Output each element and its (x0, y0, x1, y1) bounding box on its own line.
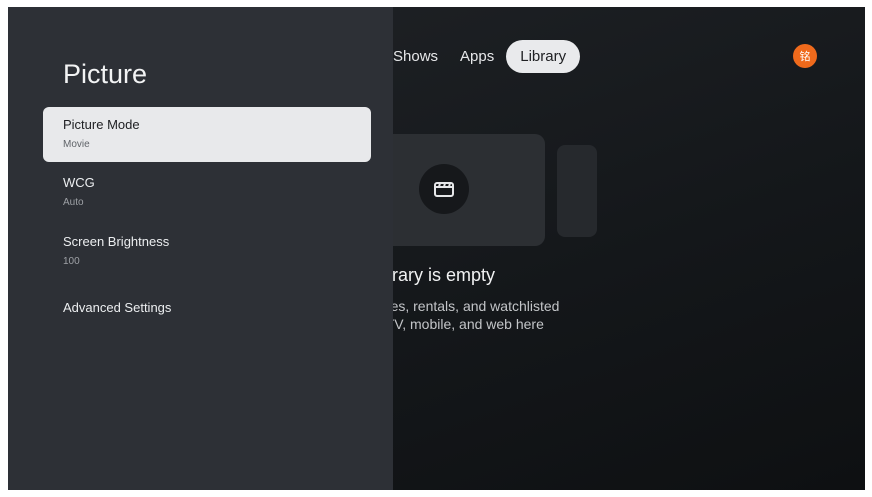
menu-item-label: WCG (63, 175, 95, 190)
avatar[interactable]: 铭 (793, 44, 817, 68)
library-empty-description: hases, rentals, and watchlisted ss TV, m… (368, 297, 628, 333)
top-nav: Shows Apps Library (383, 38, 582, 74)
tv-screen: Shows Apps Library 铭 Library is empty ha… (8, 7, 865, 490)
menu-item-value: Auto (63, 197, 84, 208)
menu-item-label: Picture Mode (63, 117, 140, 132)
menu-item-wcg[interactable]: WCG Auto (43, 165, 371, 220)
film-clapper-icon (419, 164, 469, 214)
menu-item-screen-brightness[interactable]: Screen Brightness 100 (43, 224, 371, 279)
menu-item-value: Movie (63, 139, 90, 150)
library-placeholder-card-secondary (557, 145, 597, 237)
panel-title: Picture (63, 59, 148, 89)
menu-item-value: 100 (63, 256, 80, 267)
menu-item-advanced-settings[interactable]: Advanced Settings (43, 290, 371, 330)
picture-settings-panel: Picture Picture Mode Movie WCG Auto Scre… (8, 7, 393, 490)
tab-apps[interactable]: Apps (450, 40, 504, 73)
menu-item-label: Screen Brightness (63, 234, 170, 249)
tab-library[interactable]: Library (506, 39, 581, 73)
menu-item-label: Advanced Settings (63, 300, 172, 315)
library-empty-description-line1: hases, rentals, and watchlisted (368, 298, 560, 314)
library-empty-description-line2: ss TV, mobile, and web here (368, 316, 544, 332)
menu-item-picture-mode[interactable]: Picture Mode Movie (43, 107, 371, 162)
